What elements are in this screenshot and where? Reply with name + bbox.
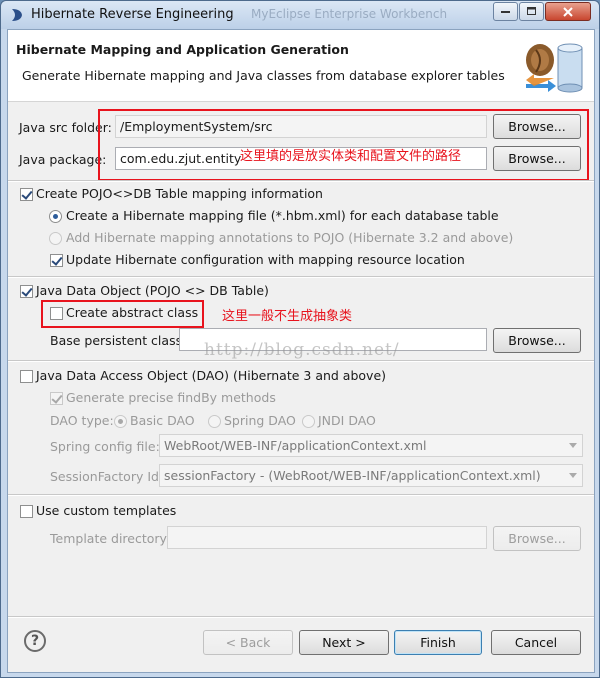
maximize-icon (526, 7, 536, 15)
footer-divider (8, 616, 594, 618)
precise-findby-label: Generate precise findBy methods (66, 390, 276, 405)
base-persistent-browse-button[interactable]: Browse... (493, 328, 581, 353)
annotation-paths: 这里填的是放实体类和配置文件的路径 (240, 149, 462, 164)
next-button-label: Next > (322, 635, 366, 650)
wizard-header: Hibernate Mapping and Application Genera… (8, 30, 594, 102)
session-factory-dropdown[interactable]: sessionFactory - (WebRoot/WEB-INF/applic… (159, 464, 583, 487)
custom-templates-checkbox[interactable] (20, 505, 33, 518)
chevron-down-icon (569, 443, 577, 448)
annotation-abstract: 这里一般不生成抽象类 (222, 309, 353, 324)
dao-type-basic-radio[interactable] (114, 415, 127, 428)
base-persistent-label: Base persistent class: (50, 333, 187, 348)
page-subtitle: Generate Hibernate mapping and Java clas… (22, 68, 505, 83)
maximize-button[interactable] (519, 2, 544, 21)
eclipse-app-icon (12, 9, 22, 21)
window-title: Hibernate Reverse Engineering (31, 7, 234, 22)
back-button[interactable]: < Back (203, 630, 293, 655)
pojo-mapping-label: Create POJO<>DB Table mapping informatio… (36, 186, 323, 201)
java-data-object-label: Java Data Object (POJO <> DB Table) (36, 283, 269, 298)
hbm-file-radio[interactable] (49, 210, 62, 223)
annotations-label: Add Hibernate mapping annotations to POJ… (66, 230, 514, 245)
finish-button[interactable]: Finish (394, 630, 482, 655)
spring-config-label: Spring config file: (50, 439, 160, 454)
precise-findby-checkbox[interactable] (50, 392, 63, 405)
minimize-icon (500, 10, 510, 13)
custom-templates-label: Use custom templates (36, 503, 177, 518)
dao-type-jndi-radio[interactable] (302, 415, 315, 428)
next-button[interactable]: Next > (299, 630, 389, 655)
dialog-window: Hibernate Reverse Engineering MyEclipse … (0, 0, 600, 678)
dao-type-label: DAO type: (50, 413, 114, 428)
pojo-mapping-checkbox[interactable] (20, 188, 33, 201)
dao-type-jndi-label: JNDI DAO (318, 413, 376, 428)
session-factory-value: sessionFactory - (WebRoot/WEB-INF/applic… (164, 468, 541, 483)
update-config-checkbox[interactable] (50, 254, 63, 267)
session-factory-label: SessionFactory Id: (50, 469, 164, 484)
background-window-title: MyEclipse Enterprise Workbench (251, 7, 448, 21)
cancel-button[interactable]: Cancel (491, 630, 581, 655)
database-mapping-icon (526, 43, 583, 93)
dao-type-spring-label: Spring DAO (224, 413, 296, 428)
divider (8, 276, 594, 278)
back-button-label: < Back (225, 635, 271, 650)
help-icon[interactable]: ? (24, 630, 46, 652)
update-config-label: Update Hibernate configuration with mapp… (66, 252, 465, 267)
dao-label: Java Data Access Object (DAO) (Hibernate… (36, 368, 387, 383)
divider (8, 360, 594, 362)
watermark: http://blog.csdn.net/ (204, 340, 400, 360)
annotation-highlight-abstract (41, 300, 204, 328)
close-icon (563, 6, 573, 17)
close-button[interactable] (545, 2, 591, 21)
template-directory-browse-button[interactable]: Browse... (493, 526, 581, 551)
hbm-file-label: Create a Hibernate mapping file (*.hbm.x… (66, 208, 499, 223)
dao-type-spring-radio[interactable] (208, 415, 221, 428)
divider (8, 180, 594, 182)
template-directory-label: Template directory: (50, 531, 171, 546)
spring-config-value: WebRoot/WEB-INF/applicationContext.xml (164, 438, 427, 453)
spring-config-dropdown[interactable]: WebRoot/WEB-INF/applicationContext.xml (159, 434, 583, 457)
template-directory-field[interactable] (167, 526, 487, 549)
title-bar: Hibernate Reverse Engineering MyEclipse … (1, 1, 599, 29)
chevron-down-icon (569, 473, 577, 478)
dao-type-basic-label: Basic DAO (130, 413, 195, 428)
divider (8, 494, 594, 496)
dialog-client: Hibernate Mapping and Application Genera… (7, 29, 595, 673)
page-title: Hibernate Mapping and Application Genera… (16, 42, 349, 57)
minimize-button[interactable] (493, 2, 518, 21)
package-label: Java package: (19, 152, 107, 167)
java-data-object-checkbox[interactable] (20, 285, 33, 298)
dao-checkbox[interactable] (20, 370, 33, 383)
annotations-radio[interactable] (49, 232, 62, 245)
